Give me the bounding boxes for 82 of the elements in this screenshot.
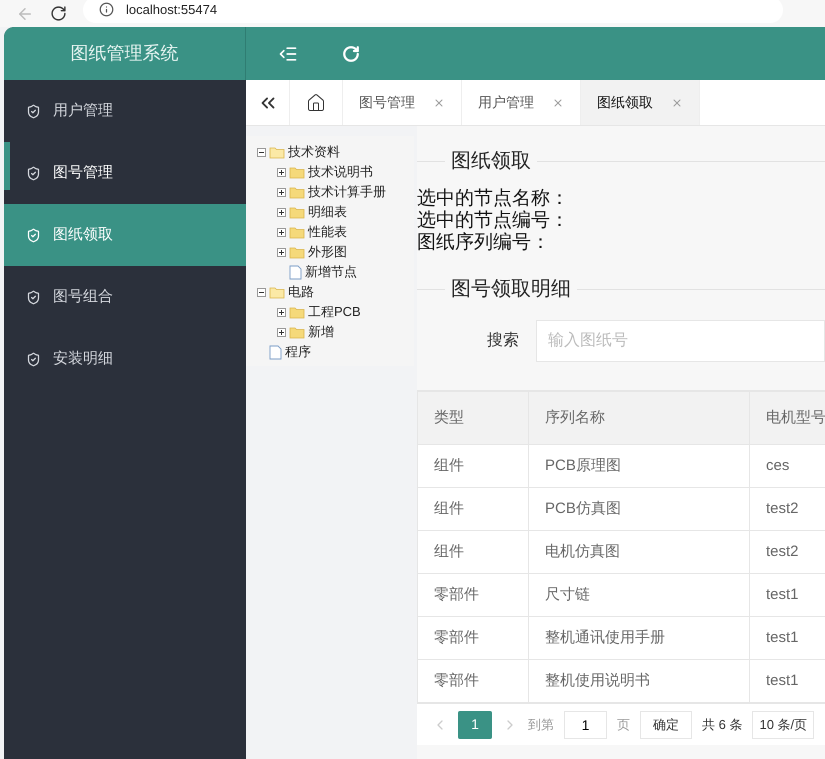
table-cell: 组件: [418, 488, 528, 530]
page-unit-label: 页: [617, 716, 630, 734]
tree-node-label[interactable]: 技术说明书: [308, 162, 373, 182]
field-label: 选中的节点名称：: [417, 188, 570, 210]
page-number-field[interactable]: 1: [564, 710, 607, 738]
table-cell: 组件: [418, 530, 528, 574]
folder-icon: [289, 306, 305, 318]
home-icon: [306, 92, 326, 112]
folder-icon: [289, 206, 305, 218]
sidebar-item[interactable]: 用户管理: [4, 80, 246, 142]
tree-node-label[interactable]: 技术资料: [288, 142, 340, 162]
refresh-icon[interactable]: [342, 44, 360, 62]
tree-node-label[interactable]: 新增节点: [305, 262, 357, 282]
expand-toggle-icon[interactable]: [277, 208, 286, 216]
search-label: 搜索: [487, 330, 519, 351]
tree-node-label[interactable]: 新增: [308, 322, 334, 342]
address-bar[interactable]: localhost:55474: [83, 0, 783, 22]
folder-icon: [289, 186, 305, 198]
shield-icon: [26, 352, 41, 366]
sidebar-item[interactable]: 图纸领取: [4, 204, 246, 266]
file-icon: [289, 264, 302, 280]
goto-label: 到第: [528, 716, 554, 734]
table-cell: PCB原理图: [528, 444, 750, 488]
table-cell: 零部件: [418, 660, 528, 702]
collapse-toggle-icon[interactable]: [257, 288, 266, 296]
table-cell: 尺寸链: [528, 574, 750, 616]
column-header: 序列名称: [528, 392, 750, 444]
folder-icon: [289, 246, 305, 258]
folder-icon: [289, 326, 305, 338]
url-text: localhost:55474: [126, 0, 218, 19]
sidebar-item[interactable]: 图号组合: [4, 266, 246, 328]
file-icon: [269, 344, 282, 360]
sidebar-item[interactable]: 图号管理: [4, 142, 246, 204]
table-cell: 整机使用说明书: [528, 660, 750, 702]
tab[interactable]: 图纸领取: [581, 80, 700, 125]
table-cell: 零部件: [418, 616, 528, 660]
tree-node-label[interactable]: 电路: [288, 282, 314, 302]
folder-icon: [289, 166, 305, 178]
tab[interactable]: 图号管理: [343, 80, 462, 125]
table-cell: 组件: [418, 444, 528, 488]
shield-icon: [26, 166, 41, 180]
table-cell: 零部件: [418, 574, 528, 616]
collapse-toggle-icon[interactable]: [257, 148, 266, 156]
page-size-select[interactable]: 10 条/页: [752, 710, 814, 738]
table-cell: 整机通讯使用手册: [528, 616, 750, 660]
tree-node-label[interactable]: 程序: [285, 342, 311, 362]
close-icon[interactable]: [433, 96, 445, 108]
table-cell: 电机仿真图: [528, 530, 750, 574]
shield-icon: [26, 290, 41, 304]
close-icon[interactable]: [671, 96, 683, 108]
folder-icon: [289, 226, 305, 238]
column-header: 类型: [418, 392, 528, 444]
shield-icon: [26, 228, 41, 242]
open-folder-icon: [269, 286, 285, 298]
close-icon[interactable]: [552, 96, 564, 108]
search-field[interactable]: 输入图纸号: [536, 320, 825, 362]
page-button[interactable]: 1: [458, 710, 492, 738]
tree-node-label[interactable]: 明细表: [308, 202, 347, 222]
tree-node-label[interactable]: 技术计算手册: [308, 182, 386, 202]
expand-toggle-icon[interactable]: [277, 228, 286, 236]
confirm-button[interactable]: 确定: [640, 710, 692, 738]
field-label: 选中的节点编号：: [417, 210, 570, 232]
section-legend: 图号领取明细: [445, 274, 577, 304]
expand-toggle-icon[interactable]: [277, 248, 286, 256]
app-title: 图纸管理系统: [70, 42, 178, 65]
tree-node-label[interactable]: 外形图: [308, 242, 347, 262]
info-icon: [99, 2, 114, 17]
reload-icon[interactable]: [50, 5, 67, 22]
tree-node-label[interactable]: 工程PCB: [308, 302, 361, 322]
expand-toggle-icon[interactable]: [277, 188, 286, 196]
field-label: 图纸序列编号：: [417, 232, 551, 254]
active-indicator: [4, 142, 10, 190]
shield-icon: [26, 104, 41, 118]
sidebar-item[interactable]: 安装明细: [4, 328, 246, 390]
table-cell: PCB仿真图: [528, 488, 750, 530]
expand-toggle-icon[interactable]: [277, 328, 286, 336]
expand-toggle-icon[interactable]: [277, 308, 286, 316]
total-count: 共 6 条: [702, 716, 742, 734]
tree-node-label[interactable]: 性能表: [308, 222, 347, 242]
open-folder-icon: [269, 146, 285, 158]
expand-toggle-icon[interactable]: [277, 168, 286, 176]
section-legend: 图纸领取: [445, 146, 537, 176]
